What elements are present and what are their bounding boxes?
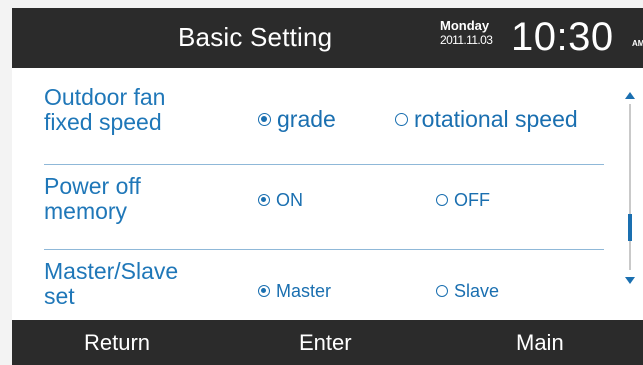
- setting-label-line1: Outdoor fan: [44, 84, 166, 110]
- date-display: Monday 2011.11.03: [440, 18, 506, 48]
- setting-label: Power off memory: [44, 174, 141, 224]
- screen: Basic Setting Monday 2011.11.03 10:30 AM…: [12, 8, 643, 365]
- main-button[interactable]: Main: [516, 330, 564, 356]
- option-label: ON: [276, 189, 303, 210]
- radio-unchecked-icon[interactable]: [395, 112, 408, 126]
- setting-power-off-memory: Power off memory ON OFF: [12, 164, 618, 249]
- option-off[interactable]: OFF: [436, 187, 490, 213]
- triangle-down-icon[interactable]: [625, 277, 635, 284]
- setting-label: Master/Slave set: [44, 259, 178, 309]
- option-master[interactable]: Master: [258, 278, 331, 304]
- option-grade[interactable]: grade: [258, 105, 336, 133]
- footer-bar: Return Enter Main: [12, 320, 643, 365]
- radio-unchecked-icon[interactable]: [436, 194, 448, 206]
- option-label: Slave: [454, 280, 500, 301]
- option-label: rotational speed: [414, 105, 578, 132]
- clock-ampm: AM: [632, 39, 643, 48]
- radio-checked-icon[interactable]: [258, 112, 271, 126]
- radio-unchecked-icon[interactable]: [436, 285, 448, 297]
- setting-label-line1: Power off: [44, 173, 141, 199]
- scrollbar-track[interactable]: [629, 104, 631, 270]
- page-title: Basic Setting: [178, 22, 333, 52]
- setting-master-slave-set: Master/Slave set Master Slave: [12, 249, 618, 320]
- setting-outdoor-fan-fixed-speed: Outdoor fan fixed speed grade rotational…: [12, 68, 618, 164]
- option-label: OFF: [454, 189, 490, 210]
- enter-button[interactable]: Enter: [299, 330, 352, 356]
- option-slave[interactable]: Slave: [436, 278, 499, 304]
- scrollbar-thumb[interactable]: [628, 214, 632, 241]
- option-rotational-speed[interactable]: rotational speed: [395, 105, 578, 133]
- clock-time: 10:30: [511, 15, 614, 59]
- option-label: Master: [276, 280, 332, 301]
- scrollbar[interactable]: [624, 68, 638, 320]
- option-on[interactable]: ON: [258, 187, 303, 213]
- radio-checked-icon[interactable]: [258, 194, 270, 206]
- radio-checked-icon[interactable]: [258, 285, 270, 297]
- header-bar: Basic Setting Monday 2011.11.03 10:30 AM: [12, 8, 643, 68]
- day-label: Monday: [440, 18, 490, 33]
- settings-list: Outdoor fan fixed speed grade rotational…: [12, 68, 618, 320]
- setting-label-line2: fixed speed: [44, 109, 162, 135]
- setting-label-line1: Master/Slave: [44, 258, 179, 284]
- setting-label: Outdoor fan fixed speed: [44, 85, 165, 135]
- setting-label-line2: memory: [44, 198, 128, 224]
- return-button[interactable]: Return: [84, 330, 150, 356]
- option-label: grade: [277, 105, 336, 132]
- date-label: 2011.11.03: [440, 33, 493, 47]
- setting-label-line2: set: [44, 283, 75, 309]
- triangle-up-icon[interactable]: [625, 92, 635, 99]
